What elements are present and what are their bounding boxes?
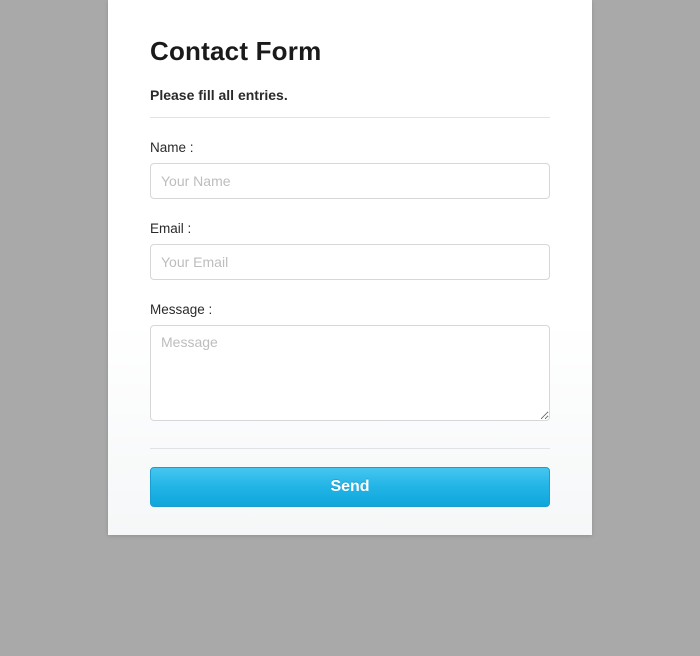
email-label: Email : [150,221,550,236]
name-field: Name : [150,140,550,199]
message-field: Message : [150,302,550,426]
name-input[interactable] [150,163,550,199]
send-button[interactable]: Send [150,467,550,507]
message-label: Message : [150,302,550,317]
message-input[interactable] [150,325,550,421]
name-label: Name : [150,140,550,155]
email-field: Email : [150,221,550,280]
form-title: Contact Form [150,36,550,67]
header-divider [150,117,550,118]
contact-form-card: Contact Form Please fill all entries. Na… [108,0,592,535]
email-input[interactable] [150,244,550,280]
form-subtitle: Please fill all entries. [150,87,550,103]
submit-divider [150,448,550,449]
